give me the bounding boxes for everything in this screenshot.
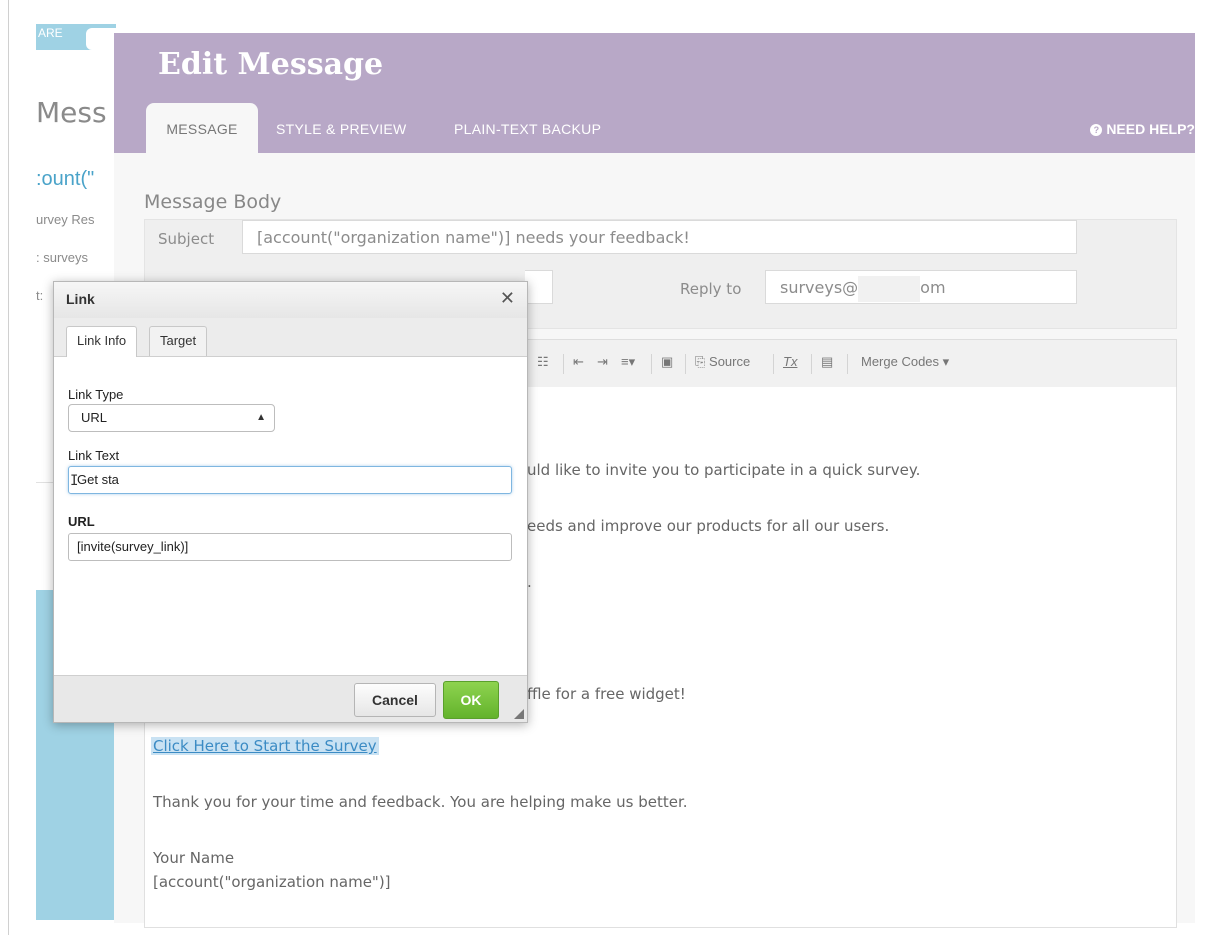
- cancel-button[interactable]: Cancel: [354, 683, 436, 717]
- need-help-link[interactable]: ? NEED HELP?: [1090, 103, 1195, 153]
- subject-label: Subject: [158, 230, 215, 248]
- indent-icon[interactable]: ⇥: [597, 354, 608, 370]
- merge-codes-label: Merge Codes: [861, 354, 940, 369]
- url-label: URL: [68, 514, 95, 529]
- link-dialog: Link ✕ Link Info Target Link Type URL ▲ …: [53, 281, 528, 723]
- remove-format-icon[interactable]: Tx: [783, 354, 797, 369]
- link-type-label: Link Type: [68, 387, 124, 402]
- select-arrows-icon: ▲: [256, 412, 266, 423]
- background-line-2: : surveys: [36, 250, 89, 265]
- body-line-4: ffle for a free widget!: [527, 685, 686, 703]
- survey-link[interactable]: Click Here to Start the Survey: [151, 737, 379, 755]
- toolbar-separator: [563, 354, 564, 374]
- toolbar-separator: [847, 354, 848, 374]
- reply-to-input[interactable]: surveys@ om: [765, 270, 1077, 304]
- page-edge-line: [8, 0, 9, 935]
- dialog-titlebar[interactable]: Link ✕: [54, 282, 527, 319]
- signature-name: Your Name: [153, 849, 235, 867]
- chevron-down-icon: ▾: [942, 354, 950, 369]
- background-line-3: t:: [36, 288, 44, 303]
- background-tab[interactable]: ARE: [36, 24, 126, 50]
- toolbar-separator: [685, 354, 686, 374]
- source-button[interactable]: ⎘ Source: [695, 354, 750, 370]
- link-type-value: URL: [81, 410, 108, 425]
- close-icon[interactable]: ✕: [500, 288, 515, 309]
- background-tab-label: ARE: [38, 26, 63, 40]
- source-label: Source: [709, 354, 751, 369]
- bulleted-list-icon[interactable]: ☷: [537, 354, 549, 370]
- page-title: Edit Message: [158, 47, 384, 82]
- dialog-title: Link: [66, 291, 95, 307]
- reply-to-label: Reply to: [680, 280, 742, 298]
- outdent-icon[interactable]: ⇤: [573, 354, 584, 370]
- tab-plain-text-backup[interactable]: PLAIN-TEXT BACKUP: [454, 103, 601, 153]
- reply-to-start: surveys@: [780, 278, 859, 297]
- dialog-tabs: Link Info Target: [54, 318, 527, 357]
- background-code: :ount(": [36, 168, 95, 190]
- resize-handle-icon[interactable]: [514, 709, 524, 719]
- tab-style-preview[interactable]: STYLE & PREVIEW: [276, 103, 407, 153]
- subject-input[interactable]: [account("organization name")] needs you…: [242, 220, 1077, 254]
- link-type-select[interactable]: URL ▲: [68, 404, 275, 432]
- text-cursor-icon: I: [70, 473, 79, 489]
- body-line-1: uld like to invite you to participate in…: [527, 461, 921, 479]
- section-title: Message Body: [144, 191, 282, 213]
- toolbar-separator: [651, 354, 652, 374]
- url-input[interactable]: [invite(survey_link)]: [68, 533, 512, 561]
- align-dropdown-icon[interactable]: ≡▾: [621, 354, 635, 370]
- paste-icon[interactable]: ▤: [821, 354, 833, 370]
- toolbar-separator: [773, 354, 774, 374]
- link-text-label: Link Text: [68, 448, 120, 463]
- ok-button[interactable]: OK: [443, 681, 499, 719]
- tab-message[interactable]: MESSAGE: [146, 103, 258, 153]
- editor-header: Edit Message MESSAGE STYLE & PREVIEW PLA…: [114, 33, 1195, 153]
- help-icon: ?: [1090, 124, 1103, 136]
- thanks-text: Thank you for your time and feedback. Yo…: [153, 793, 688, 811]
- from-input-edge[interactable]: [525, 270, 553, 304]
- background-title: Mess: [36, 96, 107, 129]
- need-help-label: NEED HELP?: [1106, 121, 1195, 137]
- source-icon: ⎘: [695, 354, 706, 369]
- background-line-1: urvey Res: [36, 212, 95, 227]
- dialog-footer: Cancel OK: [54, 675, 527, 722]
- tab-link-info[interactable]: Link Info: [66, 326, 138, 357]
- signature-org: [account("organization name")]: [153, 873, 391, 891]
- reply-to-end: om: [920, 278, 946, 297]
- image-icon[interactable]: ▣: [661, 354, 673, 370]
- tab-target[interactable]: Target: [149, 326, 208, 356]
- redacted-mask: [858, 275, 921, 302]
- body-line-2: eeds and improve our products for all ou…: [527, 517, 890, 535]
- merge-codes-dropdown[interactable]: Merge Codes ▾: [861, 354, 949, 370]
- link-text-input[interactable]: Get sta: [68, 466, 512, 494]
- toolbar-separator: [811, 354, 812, 374]
